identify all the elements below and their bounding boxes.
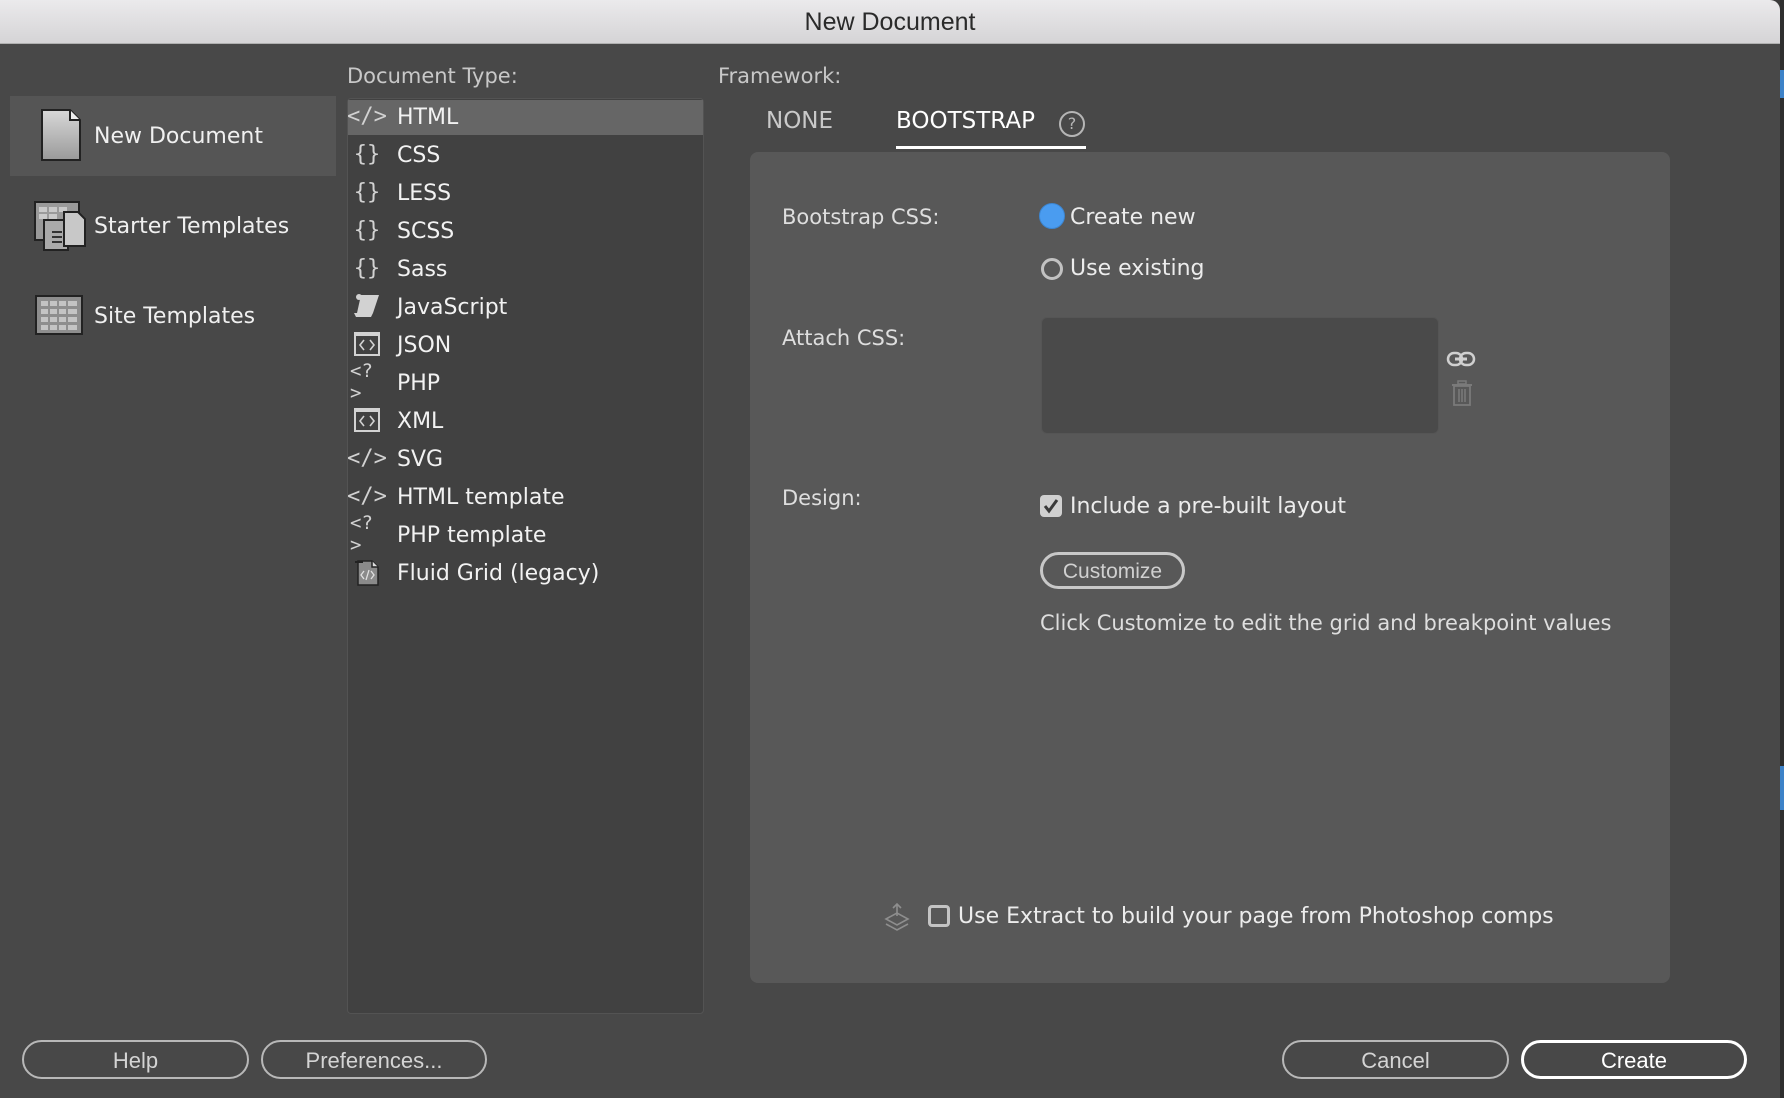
category-new-document[interactable]: New Document — [10, 96, 336, 176]
doc-type-label: CSS — [397, 143, 441, 168]
trash-icon[interactable] — [1451, 380, 1473, 406]
starter-templates-icon — [34, 201, 86, 251]
boxed-code-icon — [350, 329, 384, 359]
doc-type-label: XML — [397, 409, 444, 434]
help-button[interactable]: Help — [22, 1040, 249, 1079]
attach-css-label: Attach CSS: — [782, 326, 906, 350]
category-label: Starter Templates — [94, 213, 290, 239]
doc-type-html[interactable]: </> HTML — [347, 100, 703, 135]
braces-icon: {} — [353, 179, 381, 205]
doc-type-svg[interactable]: </> SVG — [347, 442, 703, 477]
include-layout-checkbox[interactable] — [1040, 495, 1062, 517]
code-tag-icon: </> — [347, 483, 387, 509]
customize-button[interactable]: Customize — [1040, 552, 1185, 589]
doc-type-css[interactable]: {} CSS — [348, 138, 703, 173]
category-starter-templates[interactable]: Starter Templates — [10, 186, 336, 266]
framework-label: Framework: — [718, 64, 842, 88]
category-label: Site Templates — [94, 303, 256, 329]
link-icon[interactable] — [1446, 350, 1476, 368]
window-title: New Document — [0, 0, 1780, 44]
design-label: Design: — [782, 486, 862, 510]
cancel-button[interactable]: Cancel — [1282, 1040, 1509, 1079]
code-tag-icon: </> — [347, 445, 387, 471]
doc-type-label: HTML template — [397, 485, 565, 510]
background-app-strip — [1780, 0, 1784, 1098]
blank-document-icon — [41, 109, 81, 161]
doc-type-label: PHP template — [397, 523, 547, 548]
doc-type-label: LESS — [397, 181, 452, 206]
braces-icon: {} — [353, 255, 381, 281]
doc-type-label: Fluid Grid (legacy) — [397, 561, 600, 586]
doc-type-javascript[interactable]: JavaScript — [348, 290, 703, 325]
braces-icon: {} — [353, 141, 381, 167]
background-highlight — [1780, 70, 1784, 98]
document-type-label: Document Type: — [347, 64, 518, 88]
doc-type-label: SVG — [397, 447, 444, 472]
background-highlight — [1780, 766, 1784, 810]
category-label: New Document — [94, 123, 263, 149]
use-extract-checkbox[interactable] — [928, 905, 950, 927]
create-button[interactable]: Create — [1521, 1040, 1747, 1079]
doc-type-json[interactable]: JSON — [348, 328, 703, 363]
use-existing-label[interactable]: Use existing — [1070, 256, 1204, 281]
doc-type-label: Sass — [397, 257, 448, 282]
doc-type-php[interactable]: <?> PHP — [348, 360, 703, 404]
doc-type-less[interactable]: {} LESS — [348, 176, 703, 211]
use-extract-label[interactable]: Use Extract to build your page from Phot… — [958, 904, 1554, 929]
doc-type-xml[interactable]: XML — [348, 404, 703, 439]
active-tab-indicator — [896, 146, 1086, 149]
bootstrap-css-label: Bootstrap CSS: — [782, 205, 940, 229]
doc-type-html-template[interactable]: </> HTML template — [347, 480, 703, 515]
use-existing-radio[interactable] — [1041, 258, 1063, 280]
doc-type-php-template[interactable]: <?> PHP template — [348, 512, 703, 556]
checkmark-icon — [1043, 499, 1059, 514]
include-layout-label[interactable]: Include a pre-built layout — [1070, 494, 1346, 519]
doc-type-sass[interactable]: {} Sass — [348, 252, 703, 287]
doc-type-fluid-grid[interactable]: Fluid Grid (legacy) — [348, 556, 703, 591]
tab-none[interactable]: NONE — [766, 108, 833, 134]
new-document-dialog: New Document New Document Starter Templa… — [0, 0, 1780, 1098]
help-icon[interactable]: ? — [1059, 111, 1085, 137]
category-site-templates[interactable]: Site Templates — [10, 276, 336, 356]
extract-layers-icon — [884, 902, 910, 931]
doc-type-label: JavaScript — [397, 295, 508, 320]
site-templates-icon — [35, 295, 83, 335]
preferences-button[interactable]: Preferences... — [261, 1040, 487, 1079]
tab-bootstrap[interactable]: BOOTSTRAP — [896, 108, 1035, 134]
create-new-radio[interactable] — [1039, 203, 1065, 229]
php-tag-icon: <?> — [350, 512, 373, 556]
boxed-code-icon — [350, 405, 384, 435]
document-type-list[interactable]: </> HTML {} CSS {} LESS {} SCSS {} Sass … — [347, 98, 704, 1014]
doc-type-label: SCSS — [397, 219, 455, 244]
code-tag-icon: </> — [347, 103, 387, 129]
doc-type-scss[interactable]: {} SCSS — [348, 214, 703, 249]
bootstrap-options-panel — [750, 152, 1670, 983]
doc-type-label: HTML — [397, 105, 459, 130]
customize-hint: Click Customize to edit the grid and bre… — [1040, 611, 1612, 635]
doc-type-label: JSON — [397, 333, 452, 358]
javascript-scroll-icon — [350, 291, 384, 321]
braces-icon: {} — [353, 217, 381, 243]
php-tag-icon: <?> — [350, 360, 373, 404]
doc-type-label: PHP — [397, 371, 441, 396]
create-new-label[interactable]: Create new — [1070, 205, 1196, 230]
attach-css-list[interactable] — [1041, 317, 1439, 434]
fluid-grid-document-icon — [350, 557, 384, 587]
